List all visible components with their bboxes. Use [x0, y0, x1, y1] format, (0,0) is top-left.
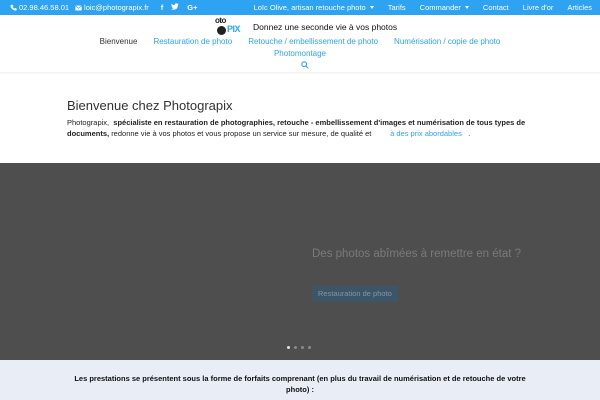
search-icon[interactable]	[301, 61, 309, 69]
intro-paragraph: Photograpix, spécialiste en restauration…	[67, 118, 526, 138]
google-plus-icon[interactable]: G+	[187, 3, 197, 12]
menu-item-livre-dor[interactable]: Livre d'or	[523, 3, 554, 12]
menu-item-loic-olive[interactable]: Loïc Olive, artisan retouche photo	[254, 3, 374, 12]
hero-slider: Des photos abîmées à remettre en état ? …	[0, 163, 600, 360]
menu-item-contact[interactable]: Contact	[483, 3, 509, 12]
twitter-icon[interactable]	[171, 3, 179, 12]
site-logo[interactable]: oto PIX	[215, 16, 245, 36]
brand: oto PIX Donnez une seconde vie à vos pho…	[215, 16, 397, 36]
menu-item-commander[interactable]: Commander	[420, 3, 469, 12]
site-header: oto PIX Donnez une seconde vie à vos pho…	[0, 15, 600, 72]
facebook-icon[interactable]: f	[161, 3, 164, 12]
slider-pagination	[287, 346, 311, 349]
main-nav: Bienvenue Restauration de photo Retouche…	[0, 37, 600, 58]
contact-info: 02.98.46.58.01 loic@photograpix.fr	[0, 3, 149, 12]
restauration-button[interactable]: Restauration de photo	[312, 286, 398, 302]
chevron-down-icon	[369, 6, 374, 9]
nav-item-restauration[interactable]: Restauration de photo	[153, 37, 232, 46]
social-links: f G+	[161, 3, 198, 12]
nav-item-retouche[interactable]: Retouche / embellissement de photo	[248, 37, 378, 46]
slider-dot[interactable]	[287, 346, 290, 349]
slide-title: Des photos abîmées à remettre en état ?	[312, 248, 522, 260]
menu-item-articles[interactable]: Articles	[567, 3, 592, 12]
page-title: Bienvenue chez Photograpix	[67, 98, 233, 113]
menu-item-tarifs[interactable]: Tarifs	[388, 3, 406, 12]
pricing-intro-section: Les prestations se présentent sous la fo…	[0, 360, 600, 400]
welcome-section: Bienvenue chez Photograpix Photograpix, …	[0, 80, 600, 162]
phone-icon	[10, 4, 17, 11]
slider-dot[interactable]	[294, 346, 297, 349]
nav-item-bienvenue[interactable]: Bienvenue	[100, 37, 138, 46]
top-bar: 02.98.46.58.01 loic@photograpix.fr f G+ …	[0, 0, 600, 15]
envelope-icon	[75, 4, 82, 10]
pricing-intro-text: Les prestations se présentent sous la fo…	[74, 374, 526, 394]
site-tagline: Donnez une seconde vie à vos photos	[253, 22, 398, 32]
email-address: loic@photograpix.fr	[84, 3, 149, 12]
slider-dot[interactable]	[308, 346, 311, 349]
phone-link[interactable]: 02.98.46.58.01	[10, 3, 69, 12]
nav-item-photomontage[interactable]: Photomontage	[274, 49, 326, 58]
slider-dot[interactable]	[301, 346, 304, 349]
nav-item-numerisation[interactable]: Numérisation / copie de photo	[394, 37, 500, 46]
phone-number: 02.98.46.58.01	[19, 3, 70, 12]
prices-link[interactable]: à des prix abordables	[390, 129, 462, 138]
email-link[interactable]: loic@photograpix.fr	[75, 3, 149, 12]
chevron-down-icon	[464, 6, 469, 9]
secondary-menu: Loïc Olive, artisan retouche photo Tarif…	[240, 3, 600, 12]
